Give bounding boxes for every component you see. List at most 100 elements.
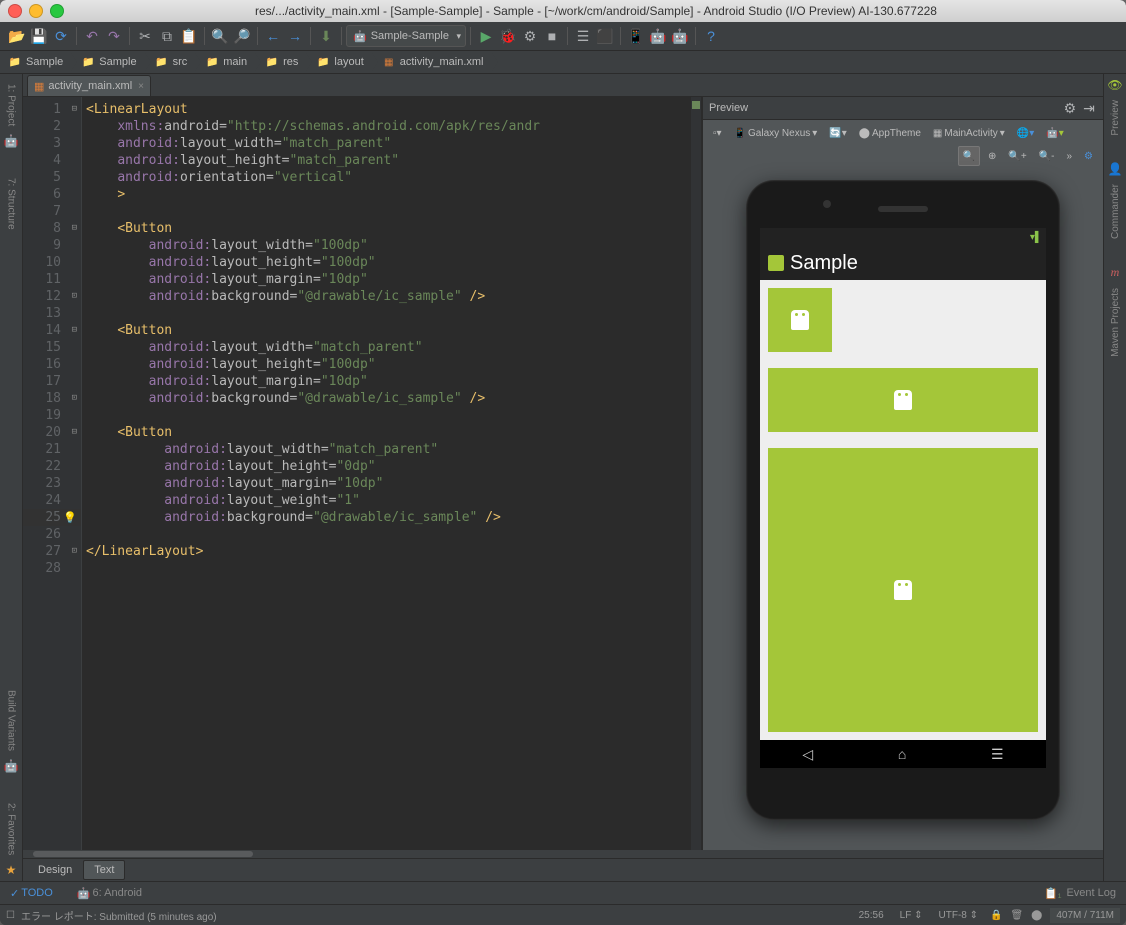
editor-tab-activity-main[interactable]: ▦ activity_main.xml × [27,75,151,96]
design-text-tabs: Design Text [23,858,1103,881]
preview-header: Preview ⚙ ⇥ [703,97,1103,120]
help-button[interactable]: ? [700,25,722,47]
open-button[interactable]: 📂 [6,25,28,47]
star-icon: ★ [6,863,17,877]
preview-toolbar-row2: 🔍 ⊕ 🔍+ 🔍- » ⚙ [703,146,1103,170]
run-config-label: Sample-Sample [371,30,449,42]
crumb-sample-root[interactable]: 📁Sample [4,53,71,71]
ddms-button[interactable]: 📱 [625,25,647,47]
preview-toolbar-row1: ▫▾ 📱Galaxy Nexus▾ 🔄▾ ⬤AppTheme ▦MainActi… [703,120,1103,146]
code-editor[interactable]: 1⊟2345678⊟9101112⊡1314⊟15161718⊡1920⊟212… [23,97,702,850]
orientation-button[interactable]: 🔄▾ [825,124,850,142]
rail-structure[interactable]: 7: Structure [6,172,17,236]
more-icon[interactable]: » [1062,147,1076,165]
attach-debugger-button[interactable]: ⚙ [519,25,541,47]
locale-button[interactable]: 🌐▾ [1013,124,1038,142]
trash-icon[interactable]: 🗑 [1006,910,1027,921]
rail-project[interactable]: 1: Project [6,78,17,132]
rail-build-variants[interactable]: Build Variants [6,684,17,757]
android-icon[interactable]: 🤖 [4,134,19,148]
android-tool-button[interactable]: 🤖 6: Android [73,884,146,902]
scrollbar-thumb[interactable] [33,851,253,857]
event-log-button[interactable]: 📋₁Event Log [1040,884,1120,902]
droid-icon [894,580,912,600]
crumb-res[interactable]: 📁res [261,53,306,71]
avd-manager-button[interactable]: ☰ [572,25,594,47]
minimize-window-icon[interactable] [29,4,43,18]
android-icon-button-2[interactable]: 🤖 [669,25,691,47]
caret-position[interactable]: 25:56 [851,910,892,921]
status-icon[interactable]: ☐ [6,910,15,921]
zoom-in-button[interactable]: 🔍+ [1004,147,1030,165]
folder-icon: 📁 [81,55,95,69]
forward-button[interactable]: → [284,25,306,47]
gear-icon[interactable]: ⚙ [1062,100,1078,116]
status-message: エラー レポート: Submitted (5 minutes ago) [21,908,217,923]
rail-maven[interactable]: Maven Projects [1110,282,1121,363]
zoom-window-icon[interactable] [50,4,64,18]
preview-panel: Preview ⚙ ⇥ ▫▾ 📱Galaxy Nexus▾ 🔄▾ ⬤AppThe… [702,97,1103,850]
find-button[interactable]: 🔍 [209,25,231,47]
tab-text[interactable]: Text [83,860,125,880]
todo-button[interactable]: ✓ TODO [6,884,57,902]
theme-dropdown[interactable]: ⬤AppTheme [855,124,925,142]
close-window-icon[interactable] [8,4,22,18]
hide-panel-icon[interactable]: ⇥ [1081,100,1097,116]
line-separator[interactable]: LF ⇕ [892,910,931,921]
android-icon-button[interactable]: 🤖 [647,25,669,47]
rail-commander[interactable]: Commander [1110,178,1121,245]
crumb-main[interactable]: 📁main [201,53,255,71]
maven-icon[interactable]: m [1111,265,1120,280]
sdk-manager-button[interactable]: ⬛ [594,25,616,47]
zoom-actual-button[interactable]: ⊕ [984,147,1000,165]
code-content[interactable]: <LinearLayout xmlns:android="http://sche… [82,97,691,850]
stop-button[interactable]: ■ [541,25,563,47]
undo-button[interactable]: ↶ [81,25,103,47]
error-stripe[interactable] [691,97,701,850]
lock-icon[interactable]: 🔒 [986,910,1006,921]
device-dropdown[interactable]: ▫▾ [709,124,726,142]
right-rail: 👁 Preview 👤 Commander m Maven Projects [1103,74,1126,881]
folder-icon: 📁 [8,55,22,69]
settings-gear-icon[interactable]: ⚙ [1080,147,1097,165]
save-button[interactable]: 💾 [28,25,50,47]
crumb-sample-module[interactable]: 📁Sample [77,53,144,71]
tab-design[interactable]: Design [27,860,83,880]
close-tab-icon[interactable]: × [138,81,144,92]
crumb-src[interactable]: 📁src [151,53,196,71]
sync-button[interactable]: ⟳ [50,25,72,47]
rail-preview[interactable]: Preview [1110,94,1121,142]
preview-icon[interactable]: 👁 [1107,78,1122,92]
device-name-dropdown[interactable]: 📱Galaxy Nexus▾ [730,124,822,142]
horizontal-scrollbar[interactable] [23,850,1103,858]
cut-button[interactable]: ✂ [134,25,156,47]
file-encoding[interactable]: UTF-8 ⇕ [931,910,987,921]
back-button[interactable]: ← [262,25,284,47]
copy-button[interactable]: ⧉ [156,25,178,47]
titlebar: res/.../activity_main.xml - [Sample-Samp… [0,0,1126,22]
crumb-file[interactable]: ▦activity_main.xml [378,53,492,71]
replace-button[interactable]: 🔎 [231,25,253,47]
redo-button[interactable]: ↷ [103,25,125,47]
run-configuration-dropdown[interactable]: 🤖 Sample-Sample [346,25,466,47]
crumb-layout[interactable]: 📁layout [312,53,371,71]
commander-icon[interactable]: 👤 [1108,162,1123,176]
debug-button[interactable]: 🐞 [497,25,519,47]
run-button[interactable]: ▶ [475,25,497,47]
make-button[interactable]: ⬇ [315,25,337,47]
event-log-icon: 📋₁ [1044,887,1061,900]
paste-button[interactable]: 📋 [178,25,200,47]
preview-canvas[interactable]: ▾▌ Sample [703,170,1103,850]
rail-favorites[interactable]: 2: Favorites [6,797,17,861]
status-bar: ☐ エラー レポート: Submitted (5 minutes ago) 25… [0,904,1126,925]
android-status-bar: ▾▌ [760,228,1046,246]
memory-indicator[interactable]: 407M / 711M [1050,908,1120,923]
zoom-fit-button[interactable]: 🔍 [958,146,980,166]
tool-window-bar: ✓ TODO 🤖 6: Android 📋₁Event Log [0,881,1126,904]
xml-file-icon: ▦ [34,80,44,93]
activity-dropdown[interactable]: ▦MainActivity▾ [929,124,1009,142]
preview-title: Preview [709,102,748,114]
android-version-button[interactable]: 🤖▾ [1042,124,1067,142]
zoom-out-button[interactable]: 🔍- [1035,147,1059,165]
inspection-icon[interactable]: ⬤ [1027,910,1046,921]
